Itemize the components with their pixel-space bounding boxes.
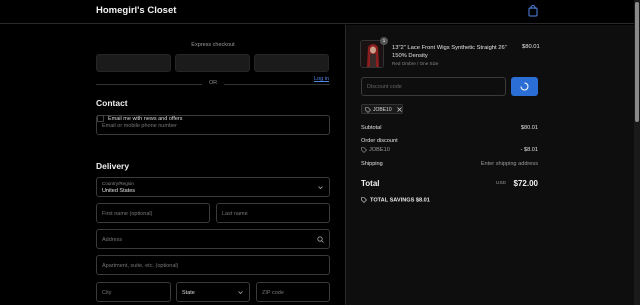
total-value: $72.00 bbox=[513, 179, 538, 188]
search-icon bbox=[317, 236, 324, 243]
first-name-placeholder: First name (optional) bbox=[102, 210, 153, 217]
newsletter-label: Email me with news and offers bbox=[108, 116, 183, 122]
page-scrollbar[interactable] bbox=[634, 0, 640, 305]
express-pay-button-1[interactable] bbox=[96, 54, 171, 72]
city-field[interactable]: City bbox=[96, 282, 171, 302]
product-title: 13"2" Lace Front Wigs Synthetic Straight… bbox=[392, 45, 507, 59]
city-placeholder: City bbox=[102, 289, 112, 296]
quantity-badge: 1 bbox=[380, 37, 388, 45]
apartment-placeholder: Apartment, suite, etc. (optional) bbox=[102, 262, 179, 269]
or-divider: OR bbox=[96, 80, 330, 88]
email-placeholder: Email or mobile phone number bbox=[102, 122, 177, 129]
last-name-placeholder: Last name bbox=[222, 210, 248, 217]
shipping-value: Enter shipping address bbox=[480, 161, 538, 167]
discount-placeholder: Discount code bbox=[367, 84, 402, 90]
product-price: $80.01 bbox=[522, 44, 540, 50]
subtotal-row: Subtotal $80.01 bbox=[361, 125, 538, 131]
total-label: Total bbox=[361, 179, 380, 188]
scrollbar-thumb[interactable] bbox=[635, 2, 639, 122]
shopping-bag-icon[interactable] bbox=[528, 5, 538, 17]
order-summary: 1 13"2" Lace Front Wigs Synthetic Straig… bbox=[345, 25, 634, 305]
order-discount-value: - $8.01 bbox=[520, 147, 538, 153]
shipping-row: Shipping Enter shipping address bbox=[361, 161, 538, 167]
login-link[interactable]: Log in bbox=[314, 76, 329, 82]
address-placeholder: Address bbox=[102, 236, 123, 243]
header: Homegirl's Closet bbox=[0, 0, 634, 24]
zip-placeholder: ZIP code bbox=[262, 289, 284, 296]
store-brand[interactable]: Homegirl's Closet bbox=[96, 5, 176, 16]
country-select[interactable]: Country/Region United States bbox=[96, 177, 330, 197]
subtotal-label: Subtotal bbox=[361, 125, 382, 131]
state-value: State bbox=[182, 289, 195, 296]
first-name-field[interactable]: First name (optional) bbox=[96, 203, 210, 223]
chevron-down-icon bbox=[318, 185, 323, 190]
loading-spinner-icon bbox=[520, 82, 529, 91]
apartment-field[interactable]: Apartment, suite, etc. (optional) bbox=[96, 255, 330, 275]
express-checkout-label: Express checkout bbox=[191, 42, 235, 48]
tag-icon bbox=[365, 107, 371, 113]
discount-tag: JOBE10 bbox=[361, 104, 403, 114]
newsletter-checkbox[interactable] bbox=[97, 115, 104, 122]
address-field[interactable]: Address bbox=[96, 229, 330, 249]
last-name-field[interactable]: Last name bbox=[216, 203, 330, 223]
zip-field[interactable]: ZIP code bbox=[256, 282, 330, 302]
currency-label: USD bbox=[495, 181, 506, 186]
checkout-form: Express checkout OR Contact Log in Email… bbox=[0, 25, 345, 305]
remove-discount-icon[interactable] bbox=[397, 107, 402, 112]
country-label: Country/Region bbox=[102, 181, 134, 186]
tag-icon bbox=[361, 147, 367, 153]
state-select[interactable]: State bbox=[176, 282, 250, 302]
apply-discount-button[interactable] bbox=[511, 77, 538, 96]
discount-tag-code: JOBE10 bbox=[373, 107, 392, 113]
contact-heading: Contact bbox=[96, 98, 128, 108]
order-discount-row: Order discount bbox=[361, 138, 538, 144]
delivery-heading: Delivery bbox=[96, 161, 130, 171]
order-discount-code-row: JOBE10 - $8.01 bbox=[361, 147, 538, 153]
product-variant: Red Ombre / One Size bbox=[392, 61, 439, 66]
express-pay-button-2[interactable] bbox=[175, 54, 250, 72]
subtotal-value: $80.01 bbox=[520, 125, 538, 131]
total-savings-text: TOTAL SAVINGS $8.01 bbox=[370, 197, 430, 204]
tag-icon bbox=[361, 197, 367, 203]
order-discount-label: Order discount bbox=[361, 138, 398, 144]
chevron-down-icon bbox=[238, 290, 243, 295]
total-row: Total USD $72.00 bbox=[361, 179, 538, 188]
order-discount-code: JOBE10 bbox=[369, 147, 390, 153]
product-thumbnail bbox=[360, 40, 384, 68]
total-savings: TOTAL SAVINGS $8.01 bbox=[361, 197, 430, 203]
country-value: United States bbox=[102, 188, 136, 194]
discount-code-field[interactable]: Discount code bbox=[361, 77, 506, 96]
or-label: OR bbox=[208, 80, 218, 86]
shipping-label: Shipping bbox=[361, 161, 383, 167]
express-pay-button-3[interactable] bbox=[254, 54, 329, 72]
